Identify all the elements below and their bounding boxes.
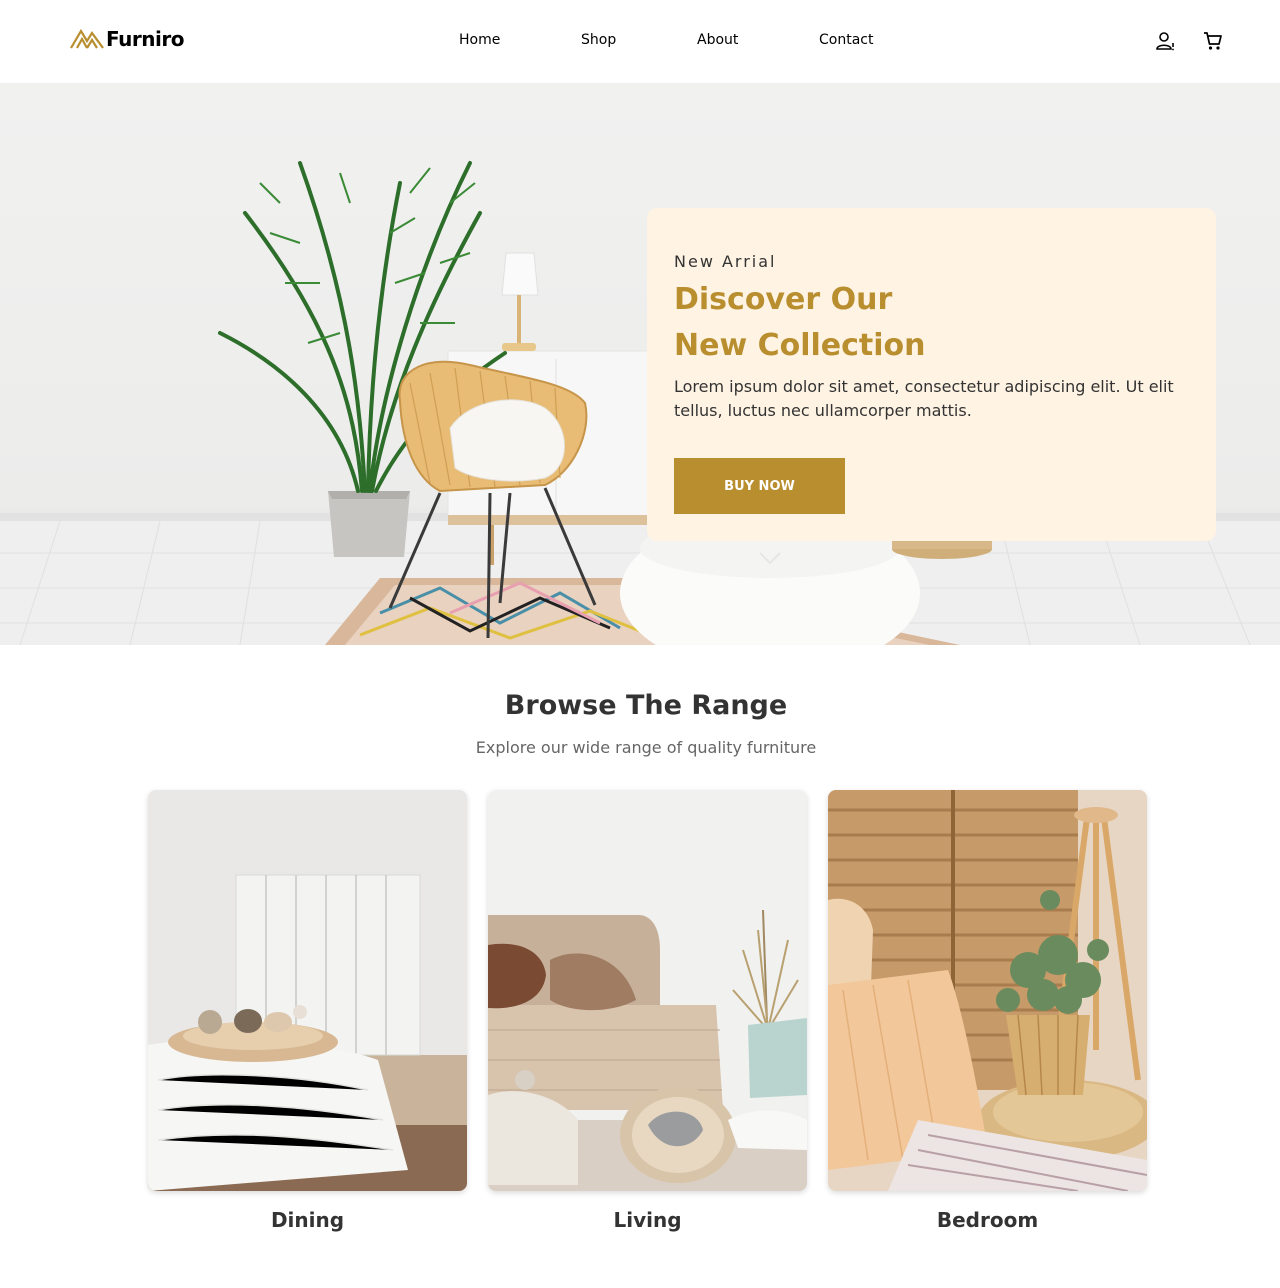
hero-title-line-2: New Collection	[674, 328, 926, 363]
browse-title: Browse The Range	[504, 690, 788, 721]
nav-about[interactable]: About	[697, 32, 738, 48]
header-icons	[1154, 30, 1224, 52]
hero-card: New Arrial Discover Our New Collection L…	[647, 208, 1216, 541]
user-icon[interactable]	[1154, 30, 1176, 52]
site-header: Furniro Home Shop About Contact	[0, 0, 1280, 83]
nav-shop[interactable]: Shop	[581, 32, 616, 48]
browse-subtitle: Explore our wide range of quality furnit…	[475, 738, 817, 757]
hero-section: New Arrial Discover Our New Collection L…	[0, 83, 1280, 645]
category-label-dining[interactable]: Dining	[148, 1208, 467, 1232]
category-label-bedroom[interactable]: Bedroom	[828, 1208, 1147, 1232]
hero-title-line-1: Discover Our	[674, 282, 893, 317]
nav-home[interactable]: Home	[459, 32, 500, 48]
living-image	[488, 790, 807, 1191]
nav-contact[interactable]: Contact	[819, 32, 873, 48]
hero-description: Lorem ipsum dolor sit amet, consectetur …	[674, 377, 1174, 420]
hero-title: Discover Our New Collection	[674, 277, 974, 369]
category-card-bedroom[interactable]	[828, 790, 1147, 1191]
buy-now-button[interactable]: BUY NOW	[674, 458, 845, 514]
category-card-living[interactable]	[488, 790, 807, 1191]
hero-eyebrow: New Arrial	[674, 252, 777, 271]
dining-image	[148, 790, 467, 1191]
category-label-living[interactable]: Living	[488, 1208, 807, 1232]
category-card-dining[interactable]	[148, 790, 467, 1191]
cart-icon[interactable]	[1202, 30, 1224, 52]
main-nav: Home Shop About Contact	[0, 32, 1280, 52]
bedroom-image	[828, 790, 1147, 1191]
